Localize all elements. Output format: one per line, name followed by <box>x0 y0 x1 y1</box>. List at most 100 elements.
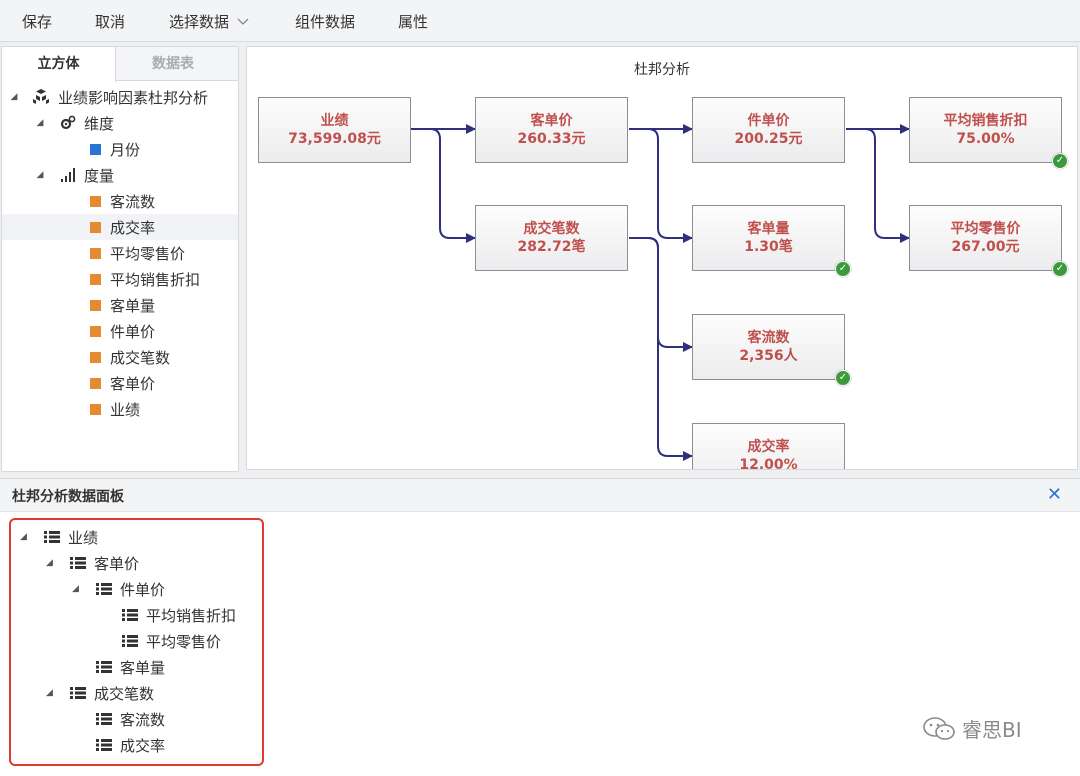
list-icon <box>96 739 112 751</box>
close-icon[interactable]: ✕ <box>1047 484 1062 505</box>
node-avg-discount[interactable]: 平均销售折扣 75.00% <box>909 97 1062 163</box>
cancel-button[interactable]: 取消 <box>95 11 125 32</box>
tree-measure-item[interactable]: 客单量 <box>2 292 238 318</box>
data-tree-label: 件单价 <box>120 580 166 599</box>
tree-measure-item[interactable]: 平均零售价 <box>2 240 238 266</box>
check-icon: ✓ <box>1052 261 1068 277</box>
node-label: 客单量 <box>747 221 790 237</box>
component-data-button[interactable]: 组件数据 <box>295 11 355 32</box>
caret-expanded-icon[interactable]: ◢ <box>34 118 46 128</box>
data-tree-item[interactable]: 平均销售折扣 <box>122 603 236 627</box>
tree-measure-item[interactable]: 客流数 <box>2 188 238 214</box>
measure-square-icon <box>90 378 101 389</box>
node-value: 267.00元 <box>951 239 1020 255</box>
node-value: 282.72笔 <box>517 239 586 255</box>
caret-expanded-icon[interactable]: ◢ <box>46 558 60 568</box>
data-tree-label: 成交笔数 <box>94 684 155 703</box>
data-tree-item[interactable]: 客流数 <box>96 707 165 731</box>
node-label: 客单价 <box>530 113 573 129</box>
caret-expanded-icon[interactable]: ◢ <box>46 688 60 698</box>
measure-square-icon <box>90 300 101 311</box>
node-traffic[interactable]: 客流数 2,356人 <box>692 314 845 380</box>
toolbar: 保存 取消 选择数据 组件数据 属性 <box>0 0 1080 42</box>
data-tree-item[interactable]: 成交率 <box>96 733 165 757</box>
node-avg-retail[interactable]: 平均零售价 267.00元 <box>909 205 1062 271</box>
data-tree-label: 业绩 <box>68 528 99 547</box>
dimension-group-label: 维度 <box>84 114 115 133</box>
measure-label: 件单价 <box>110 322 156 341</box>
measure-square-icon <box>90 222 101 233</box>
measure-square-icon <box>90 352 101 363</box>
tab-datatable[interactable]: 数据表 <box>116 47 230 81</box>
measure-square-icon <box>90 274 101 285</box>
data-tree-item[interactable]: ◢ 成交笔数 <box>46 681 154 705</box>
measure-label: 客流数 <box>110 192 156 211</box>
data-panel-title: 杜邦分析数据面板 <box>12 489 124 505</box>
node-unit-price[interactable]: 件单价 200.25元 <box>692 97 845 163</box>
tree-measure-item[interactable]: 件单价 <box>2 318 238 344</box>
list-icon <box>96 583 112 595</box>
data-tree-label: 成交率 <box>120 736 166 755</box>
node-value: 73,599.08元 <box>288 131 381 147</box>
measure-square-icon <box>90 326 101 337</box>
list-icon <box>96 713 112 725</box>
watermark-text: 睿思BI <box>962 718 1022 742</box>
node-value: 200.25元 <box>734 131 803 147</box>
data-tree-item[interactable]: 客单量 <box>96 655 165 679</box>
measure-square-icon <box>90 196 101 207</box>
node-conversion[interactable]: 成交率 12.00% <box>692 423 845 469</box>
tree-measure-item[interactable]: 业绩 <box>2 396 238 422</box>
data-tree-root[interactable]: ◢ 业绩 <box>20 525 98 549</box>
measure-label: 业绩 <box>110 400 141 419</box>
caret-expanded-icon[interactable]: ◢ <box>34 170 46 180</box>
list-icon <box>122 609 138 621</box>
list-icon <box>96 661 112 673</box>
caret-expanded-icon[interactable]: ◢ <box>8 92 20 102</box>
caret-expanded-icon[interactable]: ◢ <box>72 584 86 594</box>
node-avg-ticket[interactable]: 客单价 260.33元 <box>475 97 628 163</box>
check-icon: ✓ <box>835 370 851 386</box>
select-data-dropdown[interactable]: 选择数据 <box>169 11 249 32</box>
node-items-per-ticket[interactable]: 客单量 1.30笔 <box>692 205 845 271</box>
node-performance[interactable]: 业绩 73,599.08元 <box>258 97 411 163</box>
cube-icon <box>33 89 49 104</box>
gears-icon <box>60 115 76 130</box>
list-icon <box>70 557 86 569</box>
tree-dimension-group[interactable]: ◢ 维度 <box>2 110 238 136</box>
data-tree-item[interactable]: ◢ 客单价 <box>46 551 139 575</box>
measure-label: 客单量 <box>110 296 156 315</box>
data-tree-item[interactable]: ◢ 件单价 <box>72 577 165 601</box>
node-label: 客流数 <box>747 330 790 346</box>
tree-measure-item[interactable]: 平均销售折扣 <box>2 266 238 292</box>
node-label: 业绩 <box>320 113 349 129</box>
data-tree-label: 客单价 <box>94 554 140 573</box>
measure-label: 平均销售折扣 <box>110 270 201 289</box>
tree-root[interactable]: ◢ 业绩影响因素杜邦分析 <box>2 84 238 110</box>
node-label: 平均销售折扣 <box>943 113 1028 129</box>
tree-measure-group[interactable]: ◢ 度量 <box>2 162 238 188</box>
watermark: 睿思BI <box>922 714 1022 743</box>
measure-label: 客单价 <box>110 374 156 393</box>
measure-group-label: 度量 <box>84 166 115 185</box>
save-button[interactable]: 保存 <box>22 11 52 32</box>
node-transactions[interactable]: 成交笔数 282.72笔 <box>475 205 628 271</box>
data-tree-label: 客单量 <box>120 658 166 677</box>
list-icon <box>122 635 138 647</box>
dimension-square-icon <box>90 144 101 155</box>
properties-button[interactable]: 属性 <box>398 11 428 32</box>
data-tree-item[interactable]: 平均零售价 <box>122 629 221 653</box>
caret-expanded-icon[interactable]: ◢ <box>20 532 34 542</box>
tab-cube[interactable]: 立方体 <box>2 47 116 82</box>
check-icon: ✓ <box>835 261 851 277</box>
node-value: 75.00% <box>956 131 1015 147</box>
tree-measure-item[interactable]: 成交笔数 <box>2 344 238 370</box>
tree-measure-item[interactable]: 客单价 <box>2 370 238 396</box>
measure-label: 成交率 <box>110 218 156 237</box>
tree-dimension-item[interactable]: 月份 <box>2 136 238 162</box>
tree-measure-item[interactable]: 成交率 <box>2 214 238 240</box>
dupont-canvas: 杜邦分析 业绩 73,599.08元 客单价 260.33元 成交笔数 282.… <box>246 46 1078 470</box>
measure-square-icon <box>90 404 101 415</box>
node-value: 2,356人 <box>739 348 798 364</box>
node-label: 平均零售价 <box>950 221 1021 237</box>
data-tree-label: 平均零售价 <box>146 632 222 651</box>
